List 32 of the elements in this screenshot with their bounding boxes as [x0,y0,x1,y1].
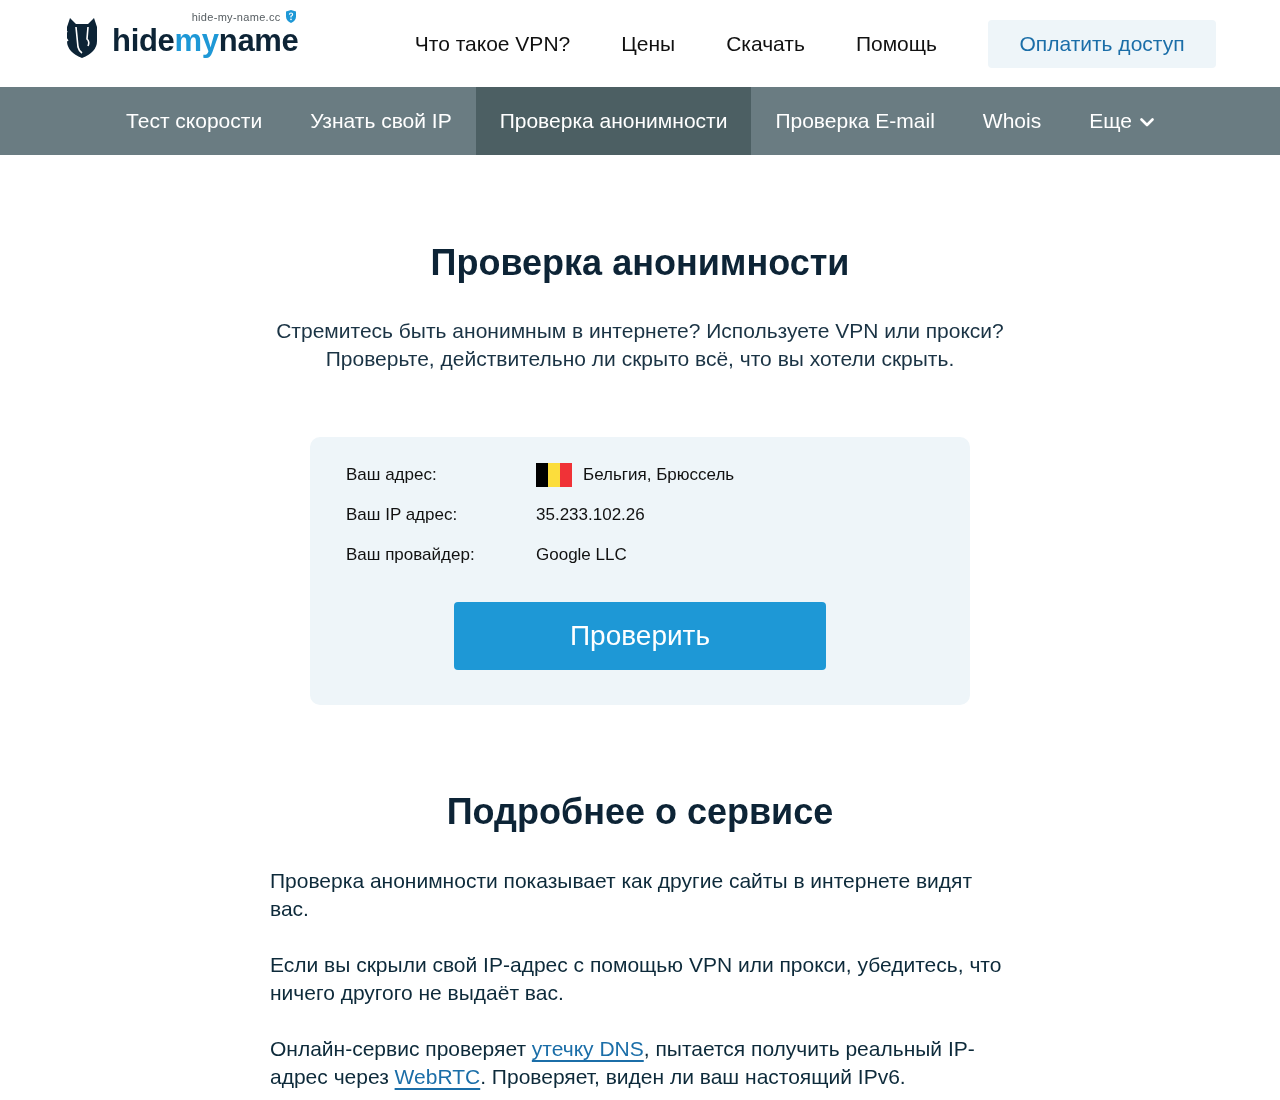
domain-label: hide-my-name.cc [191,10,281,23]
logo-wordmark[interactable]: hidemyname [112,23,299,58]
section-title: Подробнее о сервисе [446,790,834,834]
paragraph: Если вы скрыли свой IP-адрес с помощью VPN или прокси, убедитесь, что ничего другого не выдаёт вас. [270,952,1003,1006]
tool-tab[interactable]: Whois [958,87,1066,155]
info-label: Ваш адрес: [346,465,438,485]
info-value: Google LLC [536,545,627,565]
text-link[interactable]: утечку DNS [531,1037,644,1060]
info-label: Ваш провайдер: [346,545,476,565]
paragraph: Проверка анонимности показывает как другие сайты в интернете видят вас. [270,868,974,922]
tool-tab[interactable]: Узнать свой IP [286,87,476,155]
info-label: Ваш IP адрес: [346,505,459,525]
text-link[interactable]: WebRTC [394,1065,481,1088]
page-title: Проверка анонимности [430,241,850,285]
tool-tab[interactable]: Тест скорости [102,87,287,155]
tool-tab[interactable]: Проверка анонимности [475,87,752,155]
nav-link[interactable]: Помощь [855,31,937,56]
check-button[interactable]: Проверить [454,602,826,670]
tool-tab[interactable]: Проверка E-mail [751,87,959,155]
paragraph: Онлайн-сервис проверяет утечку DNS, пытается получить реальный IP-адрес через WebRTC. Проверяет, виден ли ваш настоящий IPv6. [270,1036,976,1090]
more-dropdown[interactable]: Еще [1065,87,1178,155]
info-value: 35.233.102.26 [536,505,645,525]
pay-button[interactable]: Оплатить доступ [988,19,1216,68]
chevron-down-icon [1139,118,1154,127]
nav-link[interactable]: Что такое VPN? [414,31,571,56]
flag-icon [536,463,572,487]
page-subtitle: Стремитесь быть анонимным в интернете? Используете VPN или прокси? Проверьте, действительно ли скрыто всё, что вы хотели скрыть. [276,318,1004,372]
location-value: Бельгия, Брюссель [583,465,735,485]
shield-icon [284,10,297,23]
nav-link[interactable]: Скачать [726,31,805,56]
nav-link[interactable]: Цены [621,31,676,56]
logo-icon[interactable] [64,16,100,58]
